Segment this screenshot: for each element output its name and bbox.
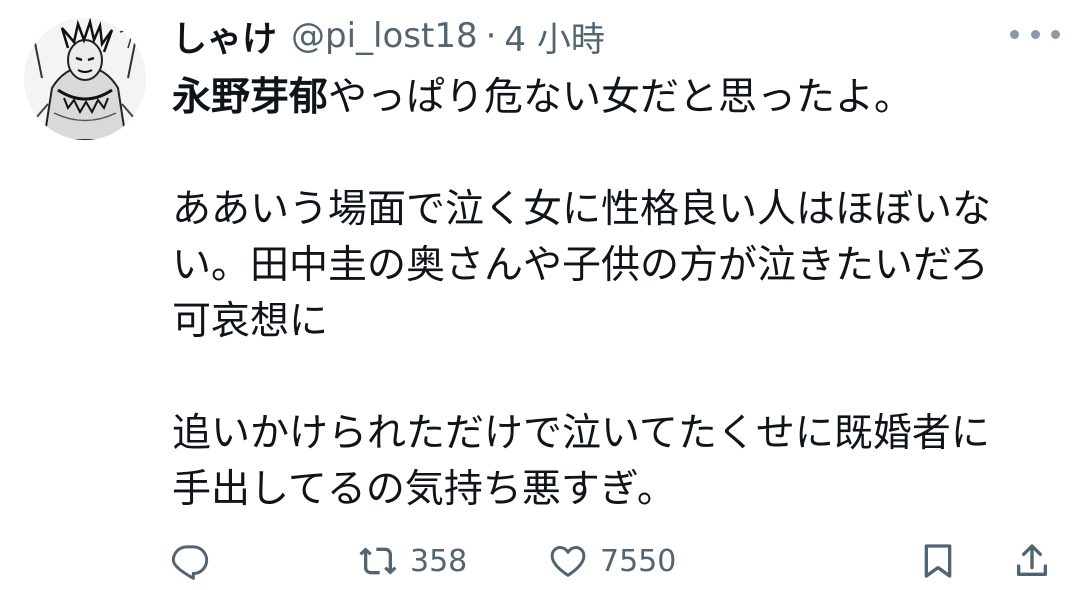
separator-dot: · <box>485 16 497 56</box>
action-bar: 358 7550 <box>0 532 1080 590</box>
retweet-count: 358 <box>410 543 468 579</box>
text-fragment: やっぱり危ない女だと思ったよ。 <box>328 75 914 120</box>
avatar[interactable] <box>24 18 146 140</box>
post-text-line: 永野芽郁やっぱり危ない女だと思ったよ。 <box>172 70 1052 126</box>
share-icon <box>1017 544 1047 576</box>
more-dot <box>1010 29 1019 39</box>
bookmark-icon <box>924 544 952 578</box>
heart-icon <box>550 546 586 577</box>
like-button[interactable]: 7550 <box>548 532 676 590</box>
post-text-line: 可哀想に <box>172 299 329 344</box>
author-display-name[interactable]: しゃけ <box>172 11 277 62</box>
retweet-button[interactable]: 358 <box>358 532 467 590</box>
post-text: 永野芽郁やっぱり危ない女だと思ったよ。 ああいう場面で泣く女に性格良い人はほぼい… <box>172 70 1052 518</box>
post-timestamp[interactable]: 4 小時 <box>504 12 604 61</box>
author-handle[interactable]: @pi_lost18 <box>291 16 478 56</box>
like-count: 7550 <box>600 543 677 579</box>
bold-name: 永野芽郁 <box>172 75 329 120</box>
reply-icon <box>171 545 209 580</box>
share-button[interactable] <box>1012 532 1052 590</box>
avatar-illustration <box>24 18 146 140</box>
post-header: しゃけ @pi_lost18 · 4 小時 <box>172 12 605 60</box>
tweet: しゃけ @pi_lost18 · 4 小時 永野芽郁やっぱり危ない女だと思ったよ… <box>0 0 1080 590</box>
more-dot <box>1030 29 1040 39</box>
post-text-line: 追いかけられただけで泣いてたくせに既婚者に <box>172 411 990 456</box>
reply-button[interactable] <box>170 532 210 590</box>
post-text-line: い。田中圭の奥さんや子供の方が泣きたいだろ <box>172 243 989 288</box>
post-text-line: ああいう場面で泣く女に性格良い人はほぼいな <box>172 187 992 232</box>
post-text-line: 手出してるの気持ち悪すぎ。 <box>172 467 676 512</box>
more-options-icon[interactable] <box>1010 22 1060 46</box>
more-dot <box>1051 29 1060 39</box>
retweet-icon <box>359 547 397 575</box>
bookmark-button[interactable] <box>918 532 958 590</box>
